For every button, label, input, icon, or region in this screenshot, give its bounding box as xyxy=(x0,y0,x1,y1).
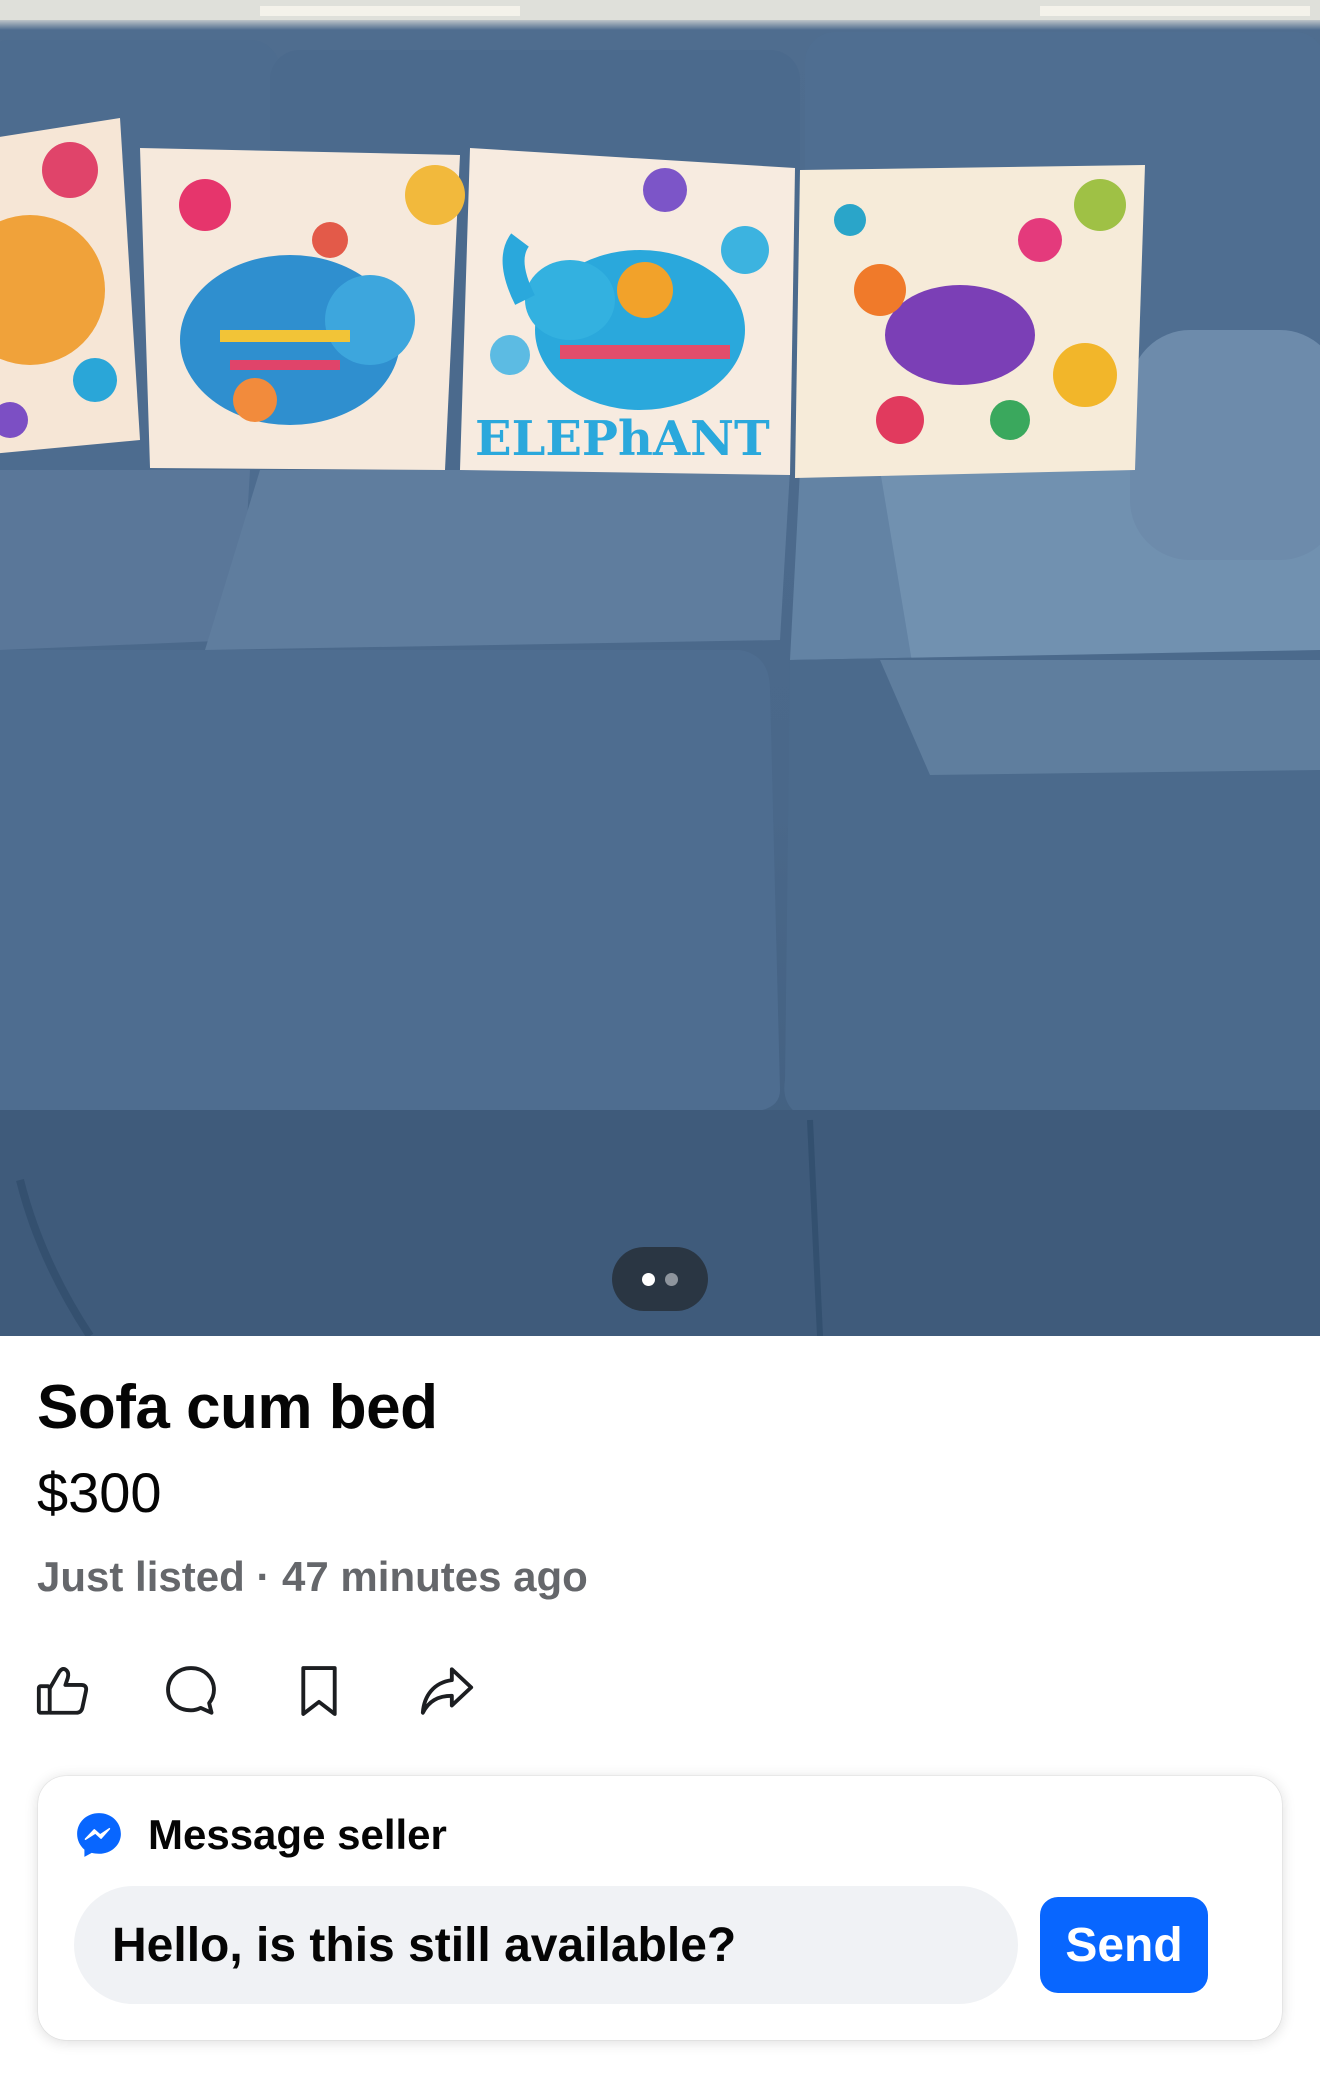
share-button[interactable] xyxy=(414,1658,480,1724)
send-button[interactable]: Send xyxy=(1040,1897,1208,1993)
messenger-icon xyxy=(77,1813,121,1857)
photo-pager[interactable] xyxy=(612,1247,708,1311)
cushion-lettering: ELEPhANT xyxy=(475,411,770,467)
message-seller-header: Message seller xyxy=(74,1810,447,1860)
action-bar xyxy=(30,1658,542,1724)
listing-timestamp: Just listed · 47 minutes ago xyxy=(37,1553,588,1600)
thumbs-up-icon xyxy=(36,1666,89,1715)
share-arrow-icon xyxy=(420,1667,474,1715)
pager-dot-active[interactable] xyxy=(642,1272,655,1286)
message-seller-label: Message seller xyxy=(148,1811,447,1858)
listing-title: Sofa cum bed xyxy=(37,1373,438,1442)
bookmark-icon xyxy=(301,1666,337,1716)
comment-button[interactable] xyxy=(158,1658,224,1724)
pager-dot[interactable] xyxy=(665,1272,678,1286)
like-button[interactable] xyxy=(30,1658,96,1724)
message-input[interactable] xyxy=(74,1886,1018,2004)
save-button[interactable] xyxy=(286,1658,352,1724)
comment-bubble-icon xyxy=(166,1666,216,1715)
message-seller-card: Message seller Send xyxy=(38,1776,1282,2040)
listing-price: $300 xyxy=(37,1461,162,1524)
listing-photo[interactable]: ELEPhANT xyxy=(0,0,1320,1336)
